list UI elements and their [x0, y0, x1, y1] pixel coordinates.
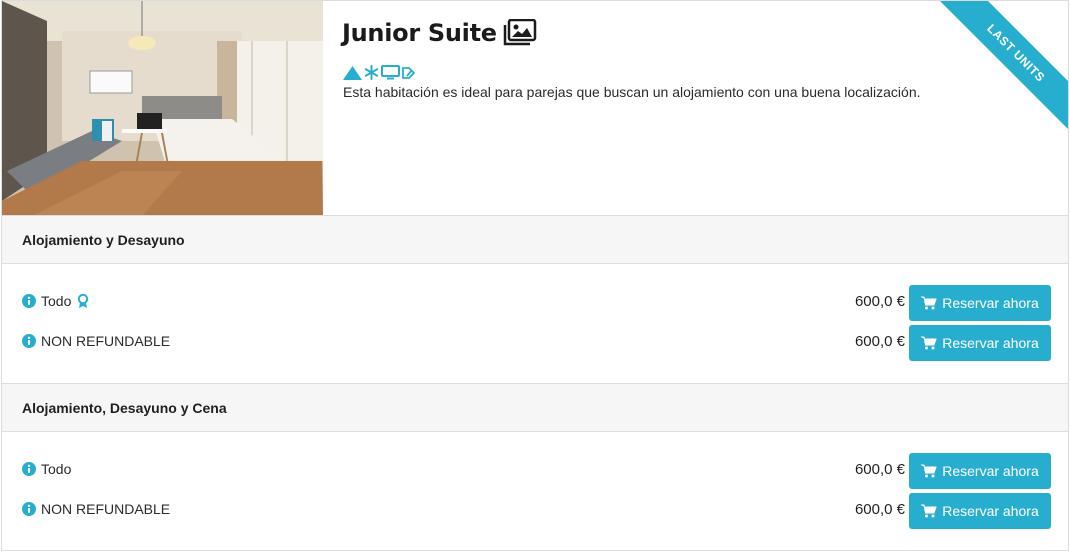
room-title: Junior Suite	[342, 19, 497, 47]
rate-name-group: Todo	[22, 461, 71, 477]
rate-name: NON REFUNDABLE	[41, 501, 171, 517]
info-icon[interactable]	[22, 502, 36, 516]
rate-name: Todo	[41, 461, 72, 477]
board-header: Alojamiento y Desayuno	[2, 216, 1068, 264]
book-now-label: Reservar ahora	[942, 463, 1039, 479]
room-title-row: Junior Suite	[342, 19, 537, 47]
gallery-icon[interactable]	[503, 19, 537, 47]
cart-icon	[921, 464, 937, 478]
book-now-label: Reservar ahora	[942, 503, 1039, 519]
rate-name-group: NON REFUNDABLE	[22, 333, 170, 349]
rate-price: 600,0 €	[854, 293, 905, 310]
board-section: Alojamiento y Desayuno	[2, 216, 1068, 264]
amenities	[343, 65, 416, 83]
room-card: Junior Suite Esta habitación es ideal pa…	[1, 0, 1069, 551]
cart-icon	[921, 336, 937, 350]
info-icon[interactable]	[22, 462, 36, 476]
board-title: Alojamiento, Desayuno y Cena	[22, 399, 227, 416]
room-photo[interactable]	[2, 1, 323, 215]
rate-price: 600,0 €	[854, 501, 905, 518]
book-now-button[interactable]: Reservar ahora	[909, 325, 1051, 361]
board-section: Alojamiento, Desayuno y Cena	[2, 384, 1068, 432]
board-header: Alojamiento, Desayuno y Cena	[2, 384, 1068, 432]
mountain-icon	[343, 65, 362, 83]
last-units-ribbon: LAST UNITS	[930, 1, 1068, 141]
book-now-button[interactable]: Reservar ahora	[909, 453, 1051, 489]
award-icon[interactable]	[77, 293, 89, 309]
rate-row: Todo 600,0 € Reservar ahora	[2, 451, 1068, 491]
tv-icon	[381, 65, 400, 83]
book-now-button[interactable]: Reservar ahora	[909, 285, 1051, 321]
room-description: Esta habitación es ideal para parejas qu…	[343, 84, 921, 100]
rate-name: NON REFUNDABLE	[41, 333, 171, 349]
cart-icon	[921, 296, 937, 310]
board-title: Alojamiento y Desayuno	[22, 231, 185, 248]
rate-row: NON REFUNDABLE 600,0 € Reservar ahora	[2, 491, 1068, 531]
rate-row: Todo 600,0 € Reservar ahora	[2, 283, 1068, 323]
rate-name: Todo	[41, 293, 72, 309]
ribbon-label: LAST UNITS	[933, 1, 1068, 136]
rate-price: 600,0 €	[854, 461, 905, 478]
cart-icon	[921, 504, 937, 518]
rate-name-group: NON REFUNDABLE	[22, 501, 170, 517]
book-now-label: Reservar ahora	[942, 335, 1039, 351]
book-now-button[interactable]: Reservar ahora	[909, 493, 1051, 529]
info-icon[interactable]	[22, 294, 36, 308]
rate-row: NON REFUNDABLE 600,0 € Reservar ahora	[2, 323, 1068, 363]
rate-price: 600,0 €	[854, 333, 905, 350]
snowflake-icon	[364, 65, 379, 83]
room-header: Junior Suite Esta habitación es ideal pa…	[2, 1, 1068, 216]
rate-name-group: Todo	[22, 293, 89, 309]
tag-icon	[402, 66, 416, 83]
info-icon[interactable]	[22, 334, 36, 348]
book-now-label: Reservar ahora	[942, 295, 1039, 311]
